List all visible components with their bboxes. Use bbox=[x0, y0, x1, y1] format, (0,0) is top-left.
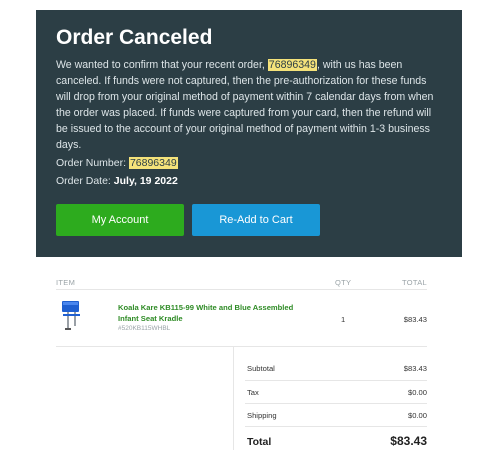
readd-to-cart-button[interactable]: Re-Add to Cart bbox=[192, 204, 320, 236]
my-account-button[interactable]: My Account bbox=[56, 204, 184, 236]
shipping-label: Shipping bbox=[247, 411, 277, 420]
order-number-value: 76896349 bbox=[128, 157, 178, 169]
items-divider bbox=[56, 346, 427, 347]
header-divider bbox=[56, 289, 427, 290]
product-thumbnail[interactable] bbox=[60, 298, 84, 332]
shipping-value: $0.00 bbox=[407, 411, 427, 420]
tax-label: Tax bbox=[247, 388, 259, 397]
total-label: Total bbox=[247, 436, 272, 448]
order-number-row: Order Number: 76896349 bbox=[56, 157, 178, 169]
summary-divider bbox=[245, 380, 427, 381]
product-name-link[interactable]: Koala Kare KB115-99 White and Blue Assem… bbox=[118, 302, 316, 324]
order-date-label: Order Date: bbox=[56, 175, 114, 187]
order-canceled-banner: Order Canceled We wanted to confirm that… bbox=[36, 10, 462, 257]
page-title: Order Canceled bbox=[56, 26, 213, 49]
subtotal-label: Subtotal bbox=[247, 364, 275, 373]
column-header-total: TOTAL bbox=[402, 278, 427, 287]
product-qty: 1 bbox=[341, 315, 346, 324]
column-header-item: ITEM bbox=[56, 278, 76, 287]
column-header-qty: QTY bbox=[335, 278, 352, 287]
summary-divider-vertical bbox=[233, 346, 234, 450]
tax-value: $0.00 bbox=[407, 388, 427, 397]
order-date-value: July, 19 2022 bbox=[113, 175, 178, 187]
product-total: $83.43 bbox=[403, 315, 427, 324]
summary-divider bbox=[245, 426, 427, 427]
summary-divider bbox=[245, 403, 427, 404]
cancel-message-intro: We wanted to confirm that your recent or… bbox=[56, 59, 268, 71]
order-date-row: Order Date: July, 19 2022 bbox=[56, 175, 178, 187]
order-number-highlight: 76896349 bbox=[267, 59, 317, 71]
cancel-message-details: , with us has been canceled. If funds we… bbox=[56, 59, 434, 151]
cancel-message: We wanted to confirm that your recent or… bbox=[56, 57, 434, 153]
product-sku: #520KB115WHBL bbox=[118, 325, 171, 332]
total-value: $83.43 bbox=[390, 434, 427, 448]
order-number-label: Order Number: bbox=[56, 157, 129, 169]
subtotal-value: $83.43 bbox=[403, 364, 427, 373]
